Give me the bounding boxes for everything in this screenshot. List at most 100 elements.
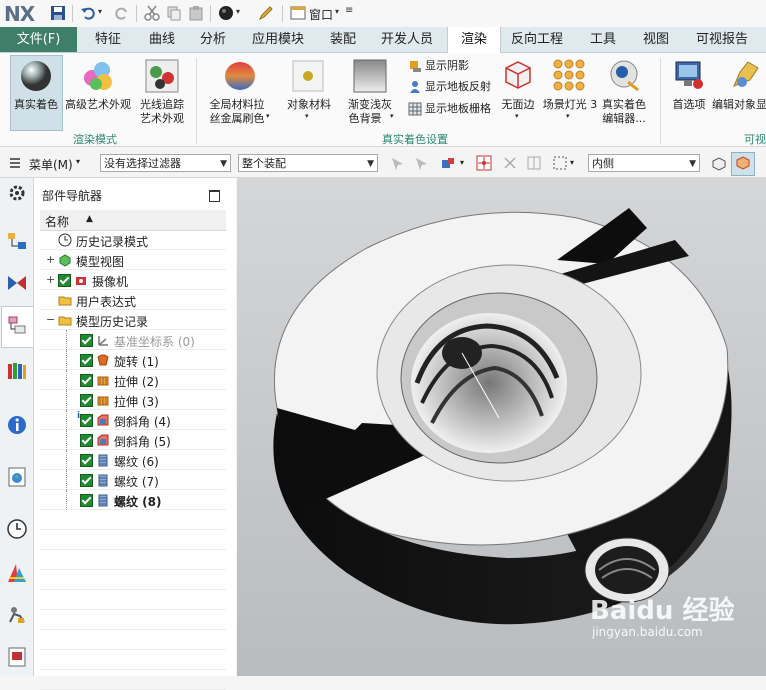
global-material-label-2[interactable]: 丝金属刷色 bbox=[203, 112, 271, 126]
edit-object-display-icon[interactable] bbox=[728, 58, 762, 92]
menu-dropdown-icon[interactable]: ▾ bbox=[76, 157, 80, 166]
tab-curve[interactable]: 曲线 bbox=[137, 27, 187, 52]
visibility-checkbox[interactable] bbox=[80, 434, 93, 447]
shading-editor-icon[interactable] bbox=[608, 58, 642, 92]
snap-dropdown-icon[interactable]: ▾ bbox=[460, 158, 464, 167]
tab-feature[interactable]: 特征 bbox=[83, 27, 133, 52]
assembly-navigator-icon[interactable] bbox=[6, 230, 28, 252]
redo-icon[interactable] bbox=[114, 5, 130, 21]
menu-icon[interactable] bbox=[8, 156, 22, 170]
preferences-label[interactable]: 首选项 bbox=[668, 98, 710, 112]
gear-icon[interactable] bbox=[6, 182, 28, 204]
object-material-icon[interactable] bbox=[292, 60, 324, 92]
window-dropdown-icon[interactable]: ▾ bbox=[335, 7, 339, 16]
ray-trace-label-2[interactable]: 艺术外观 bbox=[136, 112, 188, 126]
menu-button[interactable]: 菜单(M) bbox=[29, 156, 73, 173]
undo-dropdown-icon[interactable]: ▾ bbox=[98, 7, 102, 16]
tab-application[interactable]: 应用模块 bbox=[244, 27, 312, 52]
selection-filter-select[interactable]: 没有选择过滤器 ▼ bbox=[100, 154, 231, 172]
undo-icon[interactable] bbox=[80, 5, 96, 21]
deselect-icon[interactable] bbox=[414, 156, 430, 172]
collapse-icon[interactable]: − bbox=[46, 313, 55, 326]
cut-icon[interactable] bbox=[144, 5, 160, 21]
show-shadow-label[interactable]: 显示阴影 bbox=[425, 59, 469, 73]
copy-icon[interactable] bbox=[166, 5, 182, 21]
gradient-background-label-2[interactable]: 色背景 bbox=[340, 112, 390, 126]
tab-reverse-engineering[interactable]: 反向工程 bbox=[503, 27, 571, 52]
visibility-checkbox[interactable] bbox=[58, 274, 71, 287]
shading-editor-label-1[interactable]: 真实着色 bbox=[598, 98, 650, 112]
show-floor-reflection-icon[interactable] bbox=[408, 80, 422, 94]
global-material-dropdown-icon[interactable]: ▾ bbox=[266, 112, 270, 120]
web-browser-icon[interactable] bbox=[6, 466, 28, 488]
visibility-checkbox[interactable] bbox=[80, 334, 93, 347]
customize-qat-icon[interactable]: ≡ bbox=[345, 5, 353, 16]
reuse-library-icon[interactable] bbox=[6, 360, 28, 382]
expand-icon[interactable]: + bbox=[46, 273, 55, 286]
pen-icon[interactable] bbox=[258, 5, 274, 21]
gradient-background-icon[interactable] bbox=[352, 58, 388, 94]
visibility-checkbox[interactable] bbox=[80, 494, 93, 507]
box-select-dropdown-icon[interactable]: ▾ bbox=[570, 158, 574, 167]
advanced-art-label[interactable]: 高级艺术外观 bbox=[64, 98, 132, 112]
maximize-icon[interactable] bbox=[209, 190, 220, 202]
no-face-edge-dropdown-icon[interactable]: ▾ bbox=[515, 112, 519, 120]
visibility-checkbox[interactable] bbox=[80, 354, 93, 367]
tab-analysis[interactable]: 分析 bbox=[188, 27, 238, 52]
visibility-checkbox[interactable] bbox=[80, 394, 93, 407]
tab-assembly[interactable]: 装配 bbox=[318, 27, 368, 52]
system-materials-icon[interactable] bbox=[6, 562, 28, 584]
tab-file[interactable]: 文件(F) bbox=[0, 27, 77, 52]
edit-object-display-label[interactable]: 编辑对象显 bbox=[712, 98, 766, 112]
paste-icon[interactable] bbox=[188, 5, 204, 21]
show-floor-reflection-label[interactable]: 显示地板反射 bbox=[425, 80, 491, 94]
show-floor-grid-label[interactable]: 显示地板栅格 bbox=[425, 102, 491, 116]
gradient-background-dropdown-icon[interactable]: ▾ bbox=[390, 112, 394, 120]
role-icon[interactable] bbox=[6, 604, 28, 626]
no-face-edge-icon[interactable] bbox=[502, 58, 534, 90]
intersection-snap-icon[interactable] bbox=[502, 155, 518, 171]
render-style-dropdown-icon[interactable]: ▾ bbox=[236, 7, 240, 16]
global-material-label-1[interactable]: 全局材料拉 bbox=[203, 98, 271, 112]
sort-ascending-icon[interactable]: ▲ bbox=[86, 214, 93, 224]
show-floor-grid-icon[interactable] bbox=[408, 102, 422, 116]
tab-render[interactable]: 渲染 bbox=[447, 27, 501, 53]
expand-icon[interactable]: + bbox=[46, 253, 55, 266]
selection-scope-select[interactable]: 内侧 ▼ bbox=[588, 154, 700, 172]
scene-light-label[interactable]: 场景灯光 3 bbox=[540, 98, 600, 112]
visibility-checkbox[interactable] bbox=[80, 414, 93, 427]
midpoint-snap-icon[interactable] bbox=[526, 155, 542, 171]
advanced-art-icon[interactable] bbox=[80, 58, 116, 94]
object-material-dropdown-icon[interactable]: ▾ bbox=[305, 112, 309, 120]
show-shadow-icon[interactable] bbox=[408, 59, 422, 73]
constraint-navigator-icon[interactable] bbox=[6, 272, 28, 294]
scene-light-icon[interactable] bbox=[552, 58, 586, 92]
shading-editor-label-2[interactable]: 编辑器... bbox=[598, 112, 650, 126]
view-triad-icon[interactable] bbox=[710, 155, 727, 172]
tab-view[interactable]: 视图 bbox=[633, 27, 679, 52]
visibility-checkbox[interactable] bbox=[80, 474, 93, 487]
tab-tools[interactable]: 工具 bbox=[580, 27, 626, 52]
box-select-icon[interactable] bbox=[552, 155, 568, 171]
save-icon[interactable] bbox=[50, 5, 66, 21]
object-material-label[interactable]: 对象材料 bbox=[284, 98, 334, 112]
tab-visual-report[interactable]: 可视报告 bbox=[686, 27, 758, 52]
column-name-label[interactable]: 名称 bbox=[45, 213, 69, 230]
no-face-edge-label[interactable]: 无面边 bbox=[498, 98, 538, 112]
history-icon[interactable] bbox=[6, 518, 28, 540]
point-snap-icon[interactable] bbox=[476, 155, 492, 171]
tab-developer[interactable]: 开发人员 bbox=[372, 27, 442, 52]
preferences-icon[interactable] bbox=[672, 58, 704, 92]
ray-trace-icon[interactable] bbox=[144, 58, 180, 94]
visibility-checkbox[interactable] bbox=[80, 374, 93, 387]
gradient-background-label-1[interactable]: 渐变浅灰 bbox=[340, 98, 400, 112]
window-menu-label[interactable]: 窗口 bbox=[309, 6, 333, 23]
window-icon[interactable] bbox=[290, 5, 306, 21]
select-all-icon[interactable] bbox=[390, 156, 406, 172]
scene-light-dropdown-icon[interactable]: ▾ bbox=[566, 112, 570, 120]
palette-icon[interactable] bbox=[6, 646, 28, 668]
render-style-icon[interactable] bbox=[218, 5, 234, 21]
snap-component-icon[interactable] bbox=[440, 156, 458, 172]
info-icon[interactable] bbox=[6, 414, 28, 436]
ray-trace-label-1[interactable]: 光线追踪 bbox=[136, 98, 188, 112]
